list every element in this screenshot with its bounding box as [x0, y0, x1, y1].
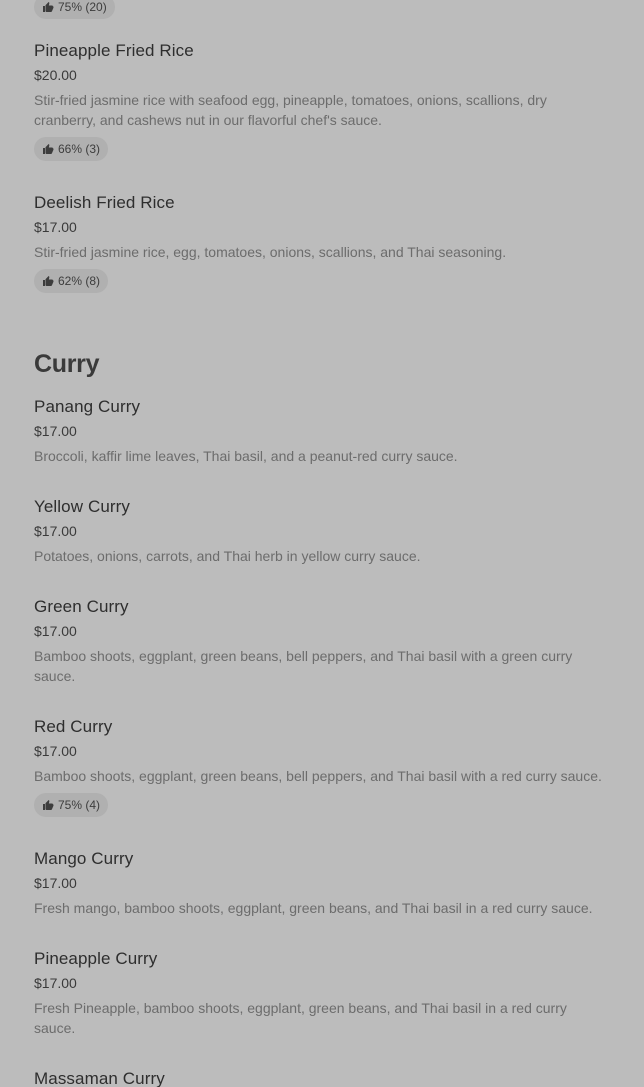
item-name: Green Curry — [34, 597, 129, 616]
item-price: $17.00 — [34, 219, 77, 235]
item-description: Bamboo shoots, eggplant, green beans, be… — [34, 768, 602, 784]
item-price: $20.00 — [34, 67, 77, 83]
item-name: Panang Curry — [34, 397, 141, 416]
menu-item-massaman-curry[interactable]: Massaman Curry — [34, 1068, 610, 1087]
menu-item-mango-curry[interactable]: Mango Curry $17.00 Fresh mango, bamboo s… — [34, 848, 610, 918]
item-description: Stir-fried jasmine rice, egg, tomatoes, … — [34, 244, 507, 260]
item-price: $17.00 — [34, 875, 77, 891]
rating-badge: 62% (8) — [34, 269, 109, 293]
thumbs-up-icon — [42, 143, 54, 155]
rating-text: 75% (20) — [58, 0, 107, 14]
menu-item-deelish-fried-rice[interactable]: Deelish Fried Rice $17.00 Stir-fried jas… — [34, 192, 610, 293]
menu-item-green-curry[interactable]: Green Curry $17.00 Bamboo shoots, eggpla… — [34, 596, 610, 686]
menu-item-red-curry[interactable]: Red Curry $17.00 Bamboo shoots, eggplant… — [34, 716, 610, 817]
thumbs-up-icon — [42, 275, 54, 287]
rating-text: 75% (4) — [58, 798, 101, 812]
item-description: Bamboo shoots, eggplant, green beans, be… — [34, 648, 573, 684]
item-name: Pineapple Fried Rice — [34, 41, 194, 60]
item-name: Pineapple Curry — [34, 949, 158, 968]
section-title-curry: Curry — [34, 350, 100, 378]
rating-badge: 66% (3) — [34, 137, 109, 161]
menu-item-panang-curry[interactable]: Panang Curry $17.00 Broccoli, kaffir lim… — [34, 396, 610, 466]
item-description: Fresh mango, bamboo shoots, eggplant, gr… — [34, 900, 593, 916]
menu-page: 75% (20) Pineapple Fried Rice $20.00 Sti… — [0, 0, 644, 1087]
item-description: Broccoli, kaffir lime leaves, Thai basil… — [34, 448, 458, 464]
item-name: Deelish Fried Rice — [34, 193, 175, 212]
item-price: $17.00 — [34, 623, 77, 639]
item-description: Potatoes, onions, carrots, and Thai herb… — [34, 548, 421, 564]
item-name: Red Curry — [34, 717, 113, 736]
rating-text: 62% (8) — [58, 274, 101, 288]
item-name: Mango Curry — [34, 849, 134, 868]
menu-item-pineapple-fried-rice[interactable]: Pineapple Fried Rice $20.00 Stir-fried j… — [34, 40, 610, 161]
item-description: Stir-fried jasmine rice with seafood egg… — [34, 92, 547, 128]
rating-badge: 75% (4) — [34, 793, 109, 817]
item-price: $17.00 — [34, 423, 77, 439]
rating-text: 66% (3) — [58, 142, 101, 156]
item-description: Fresh Pineapple, bamboo shoots, eggplant… — [34, 1000, 567, 1036]
thumbs-up-icon — [42, 1, 54, 13]
thumbs-up-icon — [42, 799, 54, 811]
item-price: $17.00 — [34, 743, 77, 759]
rating-badge: 75% (20) — [34, 0, 115, 19]
item-price: $17.00 — [34, 523, 77, 539]
menu-item-pineapple-curry[interactable]: Pineapple Curry $17.00 Fresh Pineapple, … — [34, 948, 610, 1038]
item-name: Massaman Curry — [34, 1069, 165, 1087]
item-price: $17.00 — [34, 975, 77, 991]
item-name: Yellow Curry — [34, 497, 130, 516]
menu-item-yellow-curry[interactable]: Yellow Curry $17.00 Potatoes, onions, ca… — [34, 496, 610, 566]
